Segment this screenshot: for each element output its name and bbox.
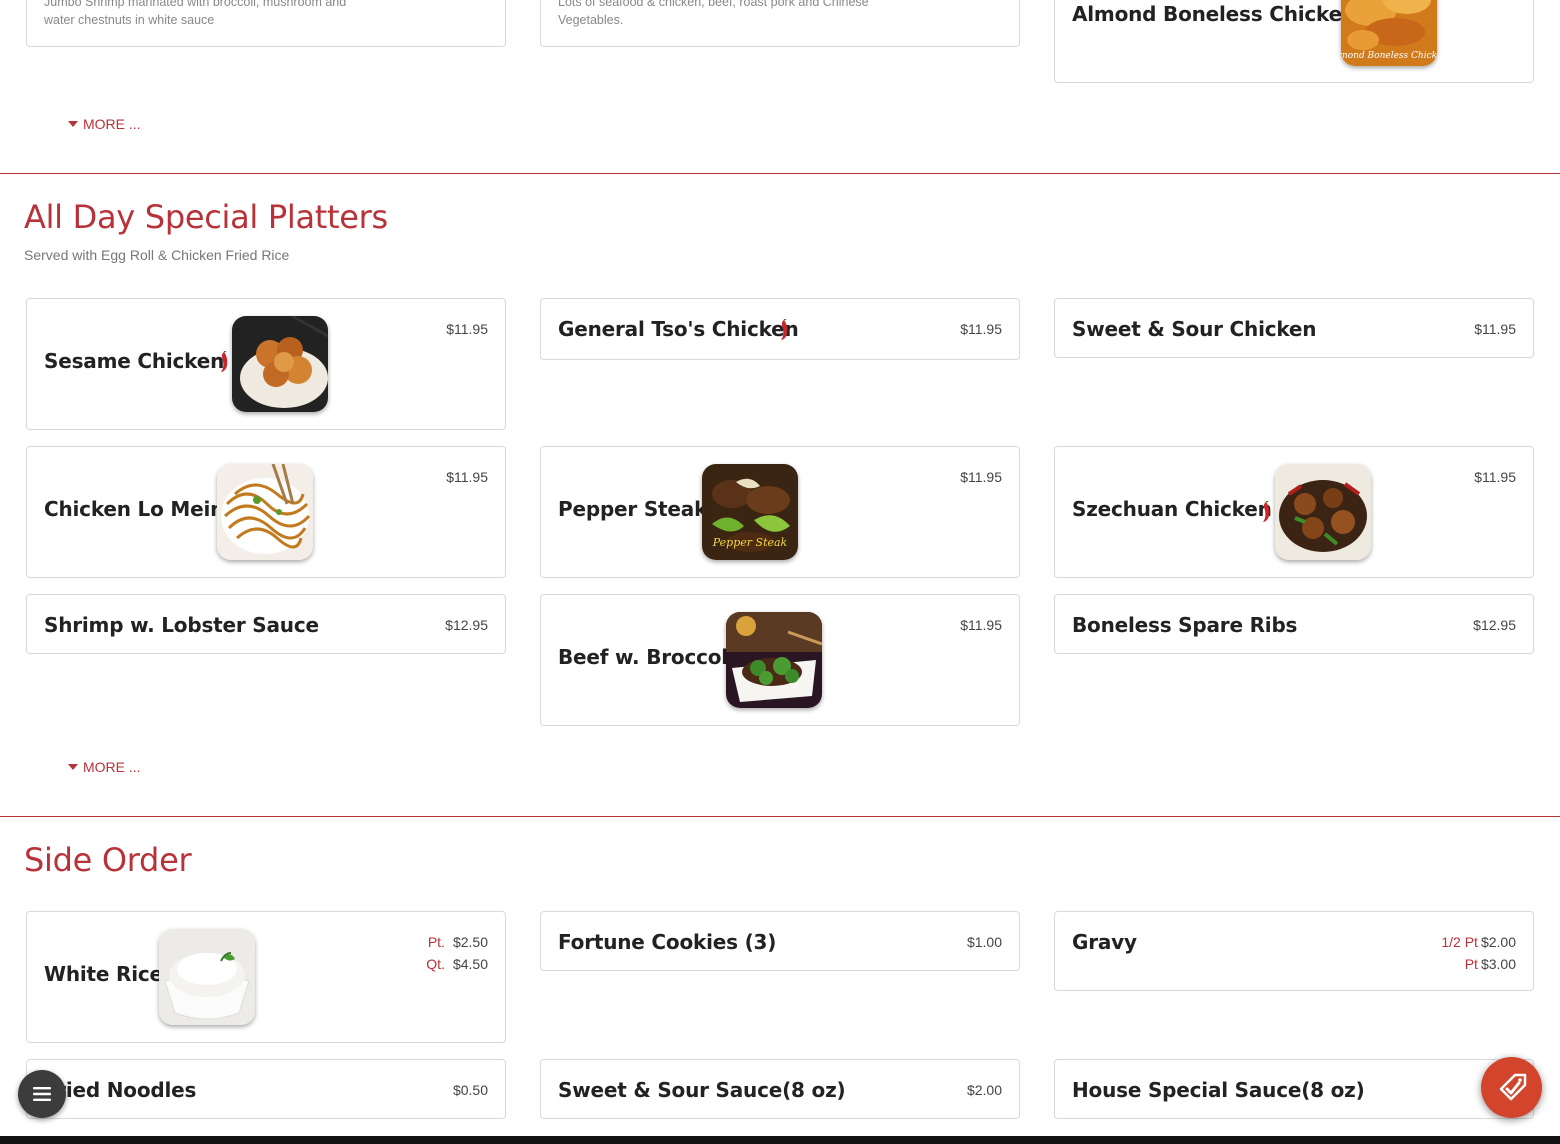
size-price: $3.00 [1480, 956, 1516, 972]
item-price: $11.95 [1474, 321, 1516, 337]
size-price: $2.00 [1480, 934, 1516, 950]
checkmark-tag-icon [1499, 1073, 1526, 1100]
section-divider [0, 173, 1560, 174]
item-name: Boneless Spare Ribs [1072, 613, 1298, 637]
menu-item-card[interactable]: Sweet & Sour Chicken $11.95 [1054, 298, 1534, 358]
more-button[interactable]: MORE ... [68, 116, 141, 132]
item-name: White Rice [44, 962, 163, 986]
chili-pepper-icon [218, 351, 230, 373]
item-description: Lots of seafood & chicken, beef, roast p… [558, 0, 869, 27]
item-name: Gravy [1072, 930, 1137, 954]
image-caption: Pepper Steak [712, 536, 788, 549]
item-price-list: 1/2 Pt $2.00 Pt $3.00 [1441, 931, 1516, 975]
menu-item-card[interactable]: Beef w. Broccoli $11.95 [540, 594, 1020, 726]
more-label: MORE ... [83, 116, 141, 132]
item-name: Sweet & Sour Sauce(8 oz) [558, 1078, 846, 1102]
item-name: Fried Noodles [44, 1078, 197, 1102]
menu-item-card[interactable]: Almond Boneless Chicken Almond Boneless … [1054, 0, 1534, 83]
item-name: Shrimp w. Lobster Sauce [44, 613, 319, 637]
pepper-steak-photo: Pepper Steak [702, 464, 798, 560]
menu-fab-button[interactable] [18, 1070, 66, 1118]
section-title: Side Order [24, 841, 192, 879]
chili-pepper-icon [778, 319, 790, 341]
menu-item-card[interactable]: Pepper Steak Pepper Steak $11.95 [540, 446, 1020, 578]
item-name: Sweet & Sour Chicken [1072, 317, 1317, 341]
item-price: $11.95 [1474, 469, 1516, 485]
item-name: General Tso's Chicken [558, 317, 799, 341]
menu-item-card[interactable]: Chicken Lo Mein $11.95 [26, 446, 506, 578]
menu-item-card[interactable]: Fortune Cookies (3) $1.00 [540, 911, 1020, 971]
size-price: $2.50 [452, 934, 488, 950]
item-description: Jumbo Shrimp marinated with broccoli, mu… [44, 0, 347, 27]
item-price: $2.00 [966, 1082, 1002, 1098]
menu-item-card[interactable]: Boneless Spare Ribs $12.95 [1054, 594, 1534, 654]
item-name: Fortune Cookies (3) [558, 930, 777, 954]
hamburger-icon [33, 1087, 51, 1101]
menu-item-card[interactable]: Gravy 1/2 Pt $2.00 Pt $3.00 [1054, 911, 1534, 991]
sesame-chicken-photo [232, 316, 328, 412]
size-label: Pt. [427, 934, 445, 950]
caret-down-icon [68, 764, 78, 770]
bottom-bar [0, 1136, 1560, 1144]
section-subtitle: Served with Egg Roll & Chicken Fried Ric… [24, 247, 290, 263]
menu-item-card[interactable]: White Rice Pt. $2.50 Qt. $4.50 [26, 911, 506, 1043]
item-name: Chicken Lo Mein [44, 497, 225, 521]
section-divider [0, 816, 1560, 817]
item-price-list: Pt. $2.50 Qt. $4.50 [426, 931, 488, 975]
menu-item-card[interactable]: Jumbo Shrimp marinated with broccoli, mu… [26, 0, 506, 47]
item-price: $12.95 [1473, 617, 1516, 633]
size-label: 1/2 Pt [1441, 934, 1478, 950]
item-name: Almond Boneless Chicken [1072, 2, 1357, 26]
size-price: $4.50 [452, 956, 488, 972]
item-name: House Special Sauce(8 oz) [1072, 1078, 1365, 1102]
item-price: $11.95 [446, 321, 488, 337]
size-label: Pt [1464, 956, 1478, 972]
item-price: $11.95 [960, 321, 1002, 337]
item-name: Szechuan Chicken [1072, 497, 1272, 521]
item-price: $11.95 [446, 469, 488, 485]
menu-item-card[interactable]: General Tso's Chicken $11.95 [540, 298, 1020, 360]
item-price: $12.95 [445, 617, 488, 633]
item-name: Beef w. Broccoli [558, 645, 735, 669]
white-rice-photo [159, 929, 255, 1025]
more-button[interactable]: MORE ... [68, 759, 141, 775]
almond-boneless-chicken-photo: Almond Boneless Chicken [1341, 0, 1437, 66]
item-price: $0.50 [452, 1082, 488, 1098]
item-price: $11.95 [960, 469, 1002, 485]
size-label: Qt. [426, 956, 445, 972]
more-label: MORE ... [83, 759, 141, 775]
lo-mein-photo [217, 464, 313, 560]
caret-down-icon [68, 121, 78, 127]
item-name: Pepper Steak [558, 497, 708, 521]
szechuan-chicken-photo [1275, 464, 1371, 560]
item-name: Sesame Chicken [44, 349, 225, 373]
menu-item-card[interactable]: Sweet & Sour Sauce(8 oz) $2.00 [540, 1059, 1020, 1119]
menu-item-card[interactable]: House Special Sauce(8 oz) $2 [1054, 1059, 1534, 1119]
item-price: $11.95 [960, 617, 1002, 633]
menu-item-card[interactable]: Szechuan Chicken $11.95 [1054, 446, 1534, 578]
order-fab-button[interactable] [1481, 1057, 1542, 1118]
section-title: All Day Special Platters [24, 198, 388, 236]
chili-pepper-icon [1260, 501, 1272, 523]
menu-item-card[interactable]: Fried Noodles $0.50 [26, 1059, 506, 1119]
menu-item-card[interactable]: Lots of seafood & chicken, beef, roast p… [540, 0, 1020, 47]
menu-item-card[interactable]: Shrimp w. Lobster Sauce $12.95 [26, 594, 506, 654]
menu-item-card[interactable]: Sesame Chicken $11.95 [26, 298, 506, 430]
item-price: $1.00 [966, 934, 1002, 950]
image-caption: Almond Boneless Chicken [1341, 51, 1437, 61]
beef-broccoli-photo [726, 612, 822, 708]
